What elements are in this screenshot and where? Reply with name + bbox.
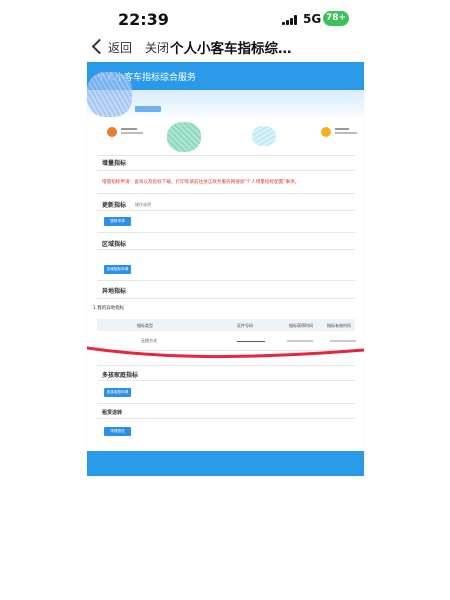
back-button[interactable]: 返回	[108, 39, 132, 56]
user-info-text	[121, 128, 149, 136]
regional-apply-button[interactable]: 区域指标申请	[104, 265, 131, 274]
status-time: 22:39	[118, 10, 169, 29]
section-title-regional: 区域指标	[102, 241, 127, 248]
section-title-multi-child: 多孩家庭指标	[102, 372, 139, 379]
status-bar: 22:39 5G 78+	[0, 0, 450, 36]
table-cell-id	[237, 341, 265, 342]
increment-notice: 增量指标申请：查询以及指标下载，打印等请前往浙江政务服务网搜索"个人增量指标配置…	[102, 180, 300, 185]
section-title-increment: 增量指标	[102, 160, 127, 167]
instructions-link[interactable]: 操作说明	[135, 202, 151, 208]
section-title-update: 更新指标	[102, 202, 127, 209]
redaction-scribble	[167, 122, 201, 152]
divider	[97, 403, 355, 404]
nav-bar: 返回 关闭 个人小客车指标综…	[0, 36, 450, 60]
column-header: 指标类型	[137, 323, 153, 328]
divider	[97, 155, 355, 156]
table-cell-date	[287, 340, 313, 342]
divider	[97, 418, 355, 419]
cellular-signal-icon	[282, 15, 298, 25]
table-cell-date	[330, 340, 356, 342]
divider	[97, 298, 355, 299]
redaction-strike	[87, 346, 364, 359]
divider	[97, 280, 355, 281]
column-header: 指标有效时间	[327, 323, 351, 328]
divider	[97, 193, 355, 194]
section-title-lease: 租赁退转	[102, 410, 123, 416]
banner-tag	[135, 106, 161, 112]
page-title: 个人小客车指标综…	[170, 41, 292, 57]
lease-return-button[interactable]: 申请退还	[104, 427, 131, 436]
redaction-scribble	[252, 126, 276, 146]
battery-icon: 78+	[323, 11, 349, 26]
web-content: 个人小客车指标综合服务 增量指标 增量指标申请：查询以及指标下载，打印等请前往浙…	[87, 62, 364, 476]
table-header: 指标类型 证件号码 指标获得时间 指标有效时间	[97, 319, 355, 331]
divider	[97, 249, 355, 250]
redaction-scribble	[87, 72, 132, 117]
network-type: 5G	[303, 12, 322, 26]
site-footer	[87, 451, 364, 476]
column-header: 证件号码	[237, 323, 253, 328]
user-icon	[107, 127, 117, 137]
section-title-other-place: 异地指标	[102, 288, 127, 295]
divider	[97, 170, 355, 171]
close-button[interactable]: 关闭	[145, 39, 169, 56]
divider	[97, 380, 355, 381]
chevron-left-icon[interactable]	[91, 38, 108, 55]
multi-child-apply-button[interactable]: 多孩家庭申请	[104, 388, 131, 397]
time-info-text	[335, 128, 361, 136]
divider	[97, 232, 355, 233]
divider	[97, 365, 355, 366]
column-header: 指标获得时间	[289, 323, 313, 328]
table-caption: 1.我的异地指标	[93, 306, 125, 311]
clock-icon	[321, 127, 331, 137]
update-apply-button[interactable]: 提前申请	[104, 217, 131, 226]
divider	[97, 210, 355, 211]
